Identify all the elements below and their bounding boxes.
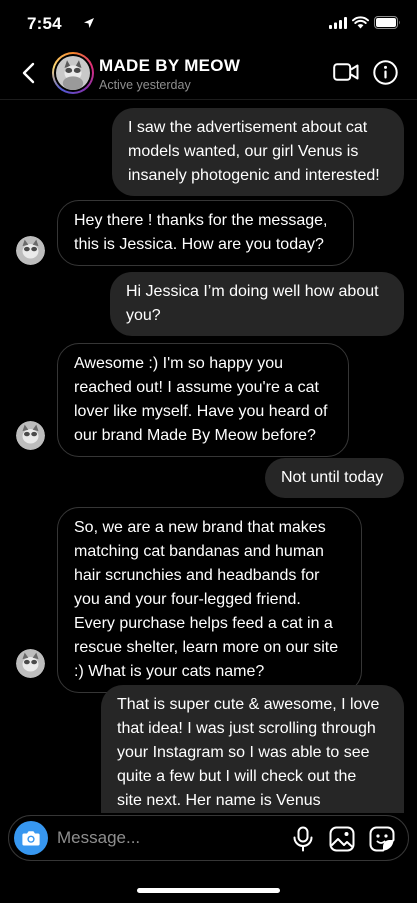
message-line: lover like myself. Have you heard of — [74, 403, 328, 420]
message-composer — [8, 815, 409, 861]
message-line: hair scrunchies and headbands for — [74, 567, 320, 584]
message-line: this is Jessica. How are you today? — [74, 236, 324, 253]
message-line: you and your four-legged friend. — [74, 591, 301, 608]
profile-avatar[interactable] — [52, 52, 94, 94]
message-line: your Instagram so I was able to see — [117, 744, 370, 761]
info-icon[interactable] — [373, 60, 398, 85]
chat-header: MADE BY MEOW Active yesterday — [0, 48, 417, 100]
location-arrow-icon — [84, 18, 94, 28]
sender-avatar[interactable] — [16, 421, 45, 450]
message-line: Hey there ! thanks for the message, — [74, 212, 328, 229]
message-line: reached out! I assume you're a cat — [74, 379, 319, 396]
home-indicator[interactable] — [137, 888, 280, 893]
gallery-icon[interactable] — [329, 826, 355, 852]
battery-icon — [374, 16, 400, 29]
sender-avatar[interactable] — [16, 236, 45, 265]
contact-name[interactable]: MADE BY MEOW — [99, 56, 240, 76]
message-line: That is super cute & awesome, I love — [117, 696, 380, 713]
camera-button[interactable] — [14, 821, 48, 855]
message-line: insanely photogenic and interested! — [128, 167, 380, 184]
sticker-icon[interactable] — [369, 826, 395, 852]
message-bubble-received[interactable]: So, we are a new brand that makes matchi… — [57, 507, 362, 693]
back-chevron-icon[interactable] — [16, 60, 42, 86]
message-bubble-sent[interactable]: That is super cute & awesome, I love tha… — [101, 685, 404, 813]
message-line: Awesome :) I'm so happy you — [74, 355, 284, 372]
message-line: site next. Her name is Venus — [117, 792, 321, 809]
message-line: rescue shelter, learn more on our site — [74, 639, 339, 656]
wifi-icon — [352, 16, 369, 29]
message-line: Every purchase helps feed a cat in a — [74, 615, 333, 632]
message-bubble-received[interactable]: Awesome :) I'm so happy you reached out!… — [57, 343, 349, 457]
cat-avatar-icon — [56, 56, 90, 90]
message-line: models wanted, our girl Venus is — [128, 143, 359, 160]
signal-icon — [329, 17, 347, 29]
message-bubble-received[interactable]: Hey there ! thanks for the message, this… — [57, 200, 354, 266]
sender-avatar[interactable] — [16, 649, 45, 678]
message-input[interactable] — [57, 826, 277, 850]
message-line: matching cat bandanas and human — [74, 543, 324, 560]
message-line: that idea! I was just scrolling through — [117, 720, 376, 737]
contact-status: Active yesterday — [99, 78, 191, 92]
message-bubble-sent[interactable]: I saw the advertisement about cat models… — [112, 108, 404, 196]
message-line: So, we are a new brand that makes — [74, 519, 326, 536]
message-bubble-sent[interactable]: Hi Jessica I’m doing well how about you? — [110, 272, 404, 336]
camera-icon — [22, 831, 40, 846]
message-line: Hi Jessica I’m doing well how about — [126, 283, 379, 300]
message-line: quite a few but I will check out the — [117, 768, 357, 785]
message-line: you? — [126, 307, 161, 324]
status-bar: 7:54 — [0, 0, 417, 48]
video-camera-icon[interactable] — [333, 61, 359, 83]
message-bubble-sent[interactable]: Not until today — [265, 458, 404, 498]
message-line: Not until today — [281, 469, 384, 486]
screen: 7:54 MADE BY MEOW Active yesterday I saw… — [0, 0, 417, 903]
message-line: :) What is your cats name? — [74, 663, 265, 680]
microphone-icon[interactable] — [291, 826, 315, 852]
message-line: I saw the advertisement about cat — [128, 119, 368, 136]
message-line: our brand Made By Meow before? — [74, 427, 316, 444]
status-time: 7:54 — [27, 14, 62, 33]
